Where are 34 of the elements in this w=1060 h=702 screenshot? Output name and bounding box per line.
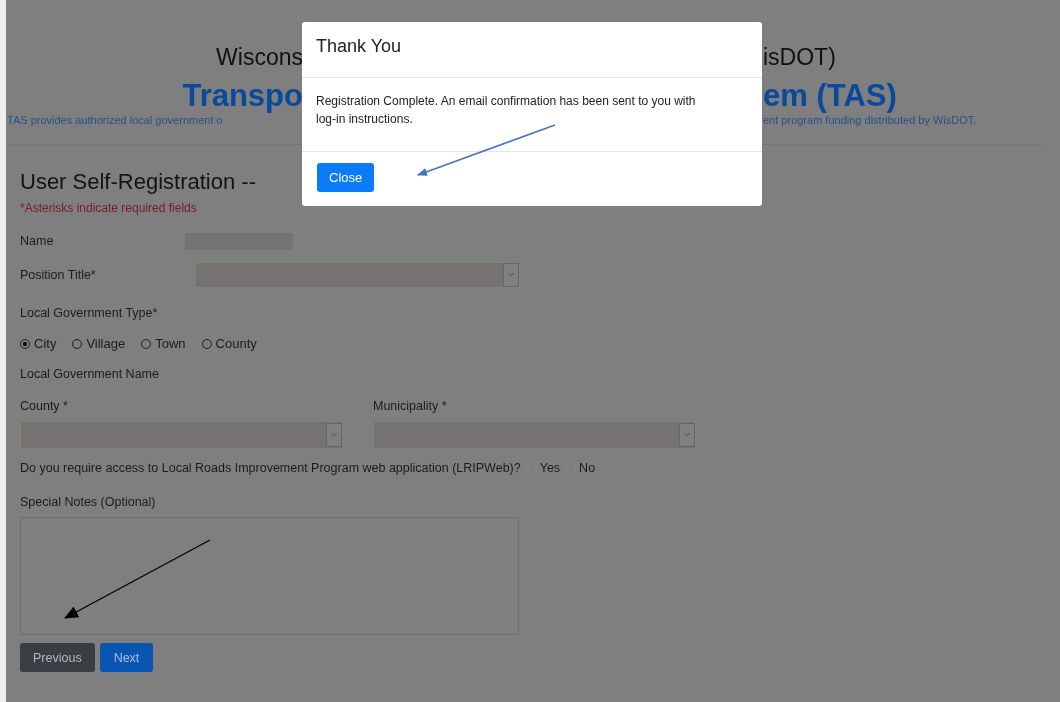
radio-option[interactable]: Yes (526, 461, 561, 475)
previous-button[interactable]: Previous (20, 643, 95, 672)
county-select[interactable] (20, 421, 343, 449)
field-label: Local Government Type* (20, 306, 159, 320)
radio-option[interactable]: City (20, 336, 57, 351)
field-label: Special Notes (Optional) (20, 495, 157, 509)
field-label: County * (20, 399, 69, 413)
dropdown-icon[interactable] (326, 423, 342, 447)
close-button[interactable]: Close (317, 163, 375, 192)
position-select[interactable] (195, 262, 520, 288)
radio-option[interactable]: Town (141, 336, 186, 351)
next-button[interactable]: Next (99, 643, 154, 672)
dialog-title: Thank You (302, 22, 762, 78)
header-description: TAS provides authorized local government o (7, 114, 223, 126)
header-title: isDOT) (763, 44, 836, 70)
radio-option[interactable]: County (201, 336, 257, 351)
field-label: Name (20, 234, 55, 248)
header-title: Transpo (182, 78, 303, 113)
header-title: em (TAS) (763, 78, 897, 113)
question-text: Do you require access to Local Roads Improvement Program web application (LRIPWeb)? (20, 461, 521, 475)
dropdown-icon[interactable] (503, 263, 519, 287)
header-description: ent program funding distributed by WisDOT. (763, 114, 977, 126)
dialog-message: Registration Complete. An email confirmation has been sent to you with log-in instructions. (316, 93, 697, 128)
page-heading: User Self-Registration -- (20, 169, 256, 195)
radio-option[interactable]: No (566, 461, 596, 475)
field-label: Position Title* (20, 268, 97, 282)
municipality-select[interactable] (373, 421, 696, 449)
field-label: Local Government Name (20, 367, 160, 381)
notes-field[interactable] (20, 517, 519, 635)
field-label: Municipality * (373, 399, 448, 413)
radio-option[interactable]: Village (72, 336, 126, 351)
required-note: *Asterisks indicate required fields (20, 201, 198, 215)
dropdown-icon[interactable] (679, 423, 695, 447)
header-title: Wiscons (216, 44, 303, 70)
